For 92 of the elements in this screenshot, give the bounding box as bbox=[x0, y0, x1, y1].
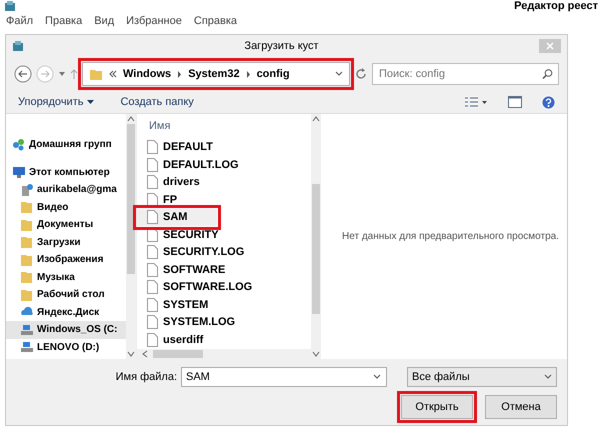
nav-item[interactable]: Windows_OS (C: bbox=[6, 321, 126, 338]
file-icon bbox=[147, 262, 158, 277]
menu-item[interactable]: Избранное bbox=[126, 12, 182, 30]
path-segment[interactable]: System32 bbox=[188, 66, 240, 82]
file-type-dropdown[interactable]: Все файлы bbox=[407, 367, 557, 387]
folder-icon bbox=[20, 200, 34, 214]
folder-icon bbox=[20, 218, 34, 232]
file-icon bbox=[147, 192, 158, 207]
network-drive-icon bbox=[20, 182, 34, 197]
drive-icon bbox=[20, 340, 34, 354]
filename-label: Имя файла: bbox=[116, 370, 177, 385]
scroll-up-icon bbox=[127, 114, 135, 124]
up-arrow-icon[interactable] bbox=[70, 68, 78, 80]
column-header[interactable]: Имя bbox=[137, 114, 311, 138]
search-field[interactable]: Поиск: config bbox=[372, 63, 559, 85]
file-icon bbox=[147, 245, 158, 260]
search-icon bbox=[542, 68, 553, 80]
drive-icon bbox=[20, 322, 34, 337]
nav-item[interactable]: Рабочий стол bbox=[6, 286, 126, 304]
caret-icon bbox=[87, 100, 94, 104]
nav-item[interactable]: Документы bbox=[6, 216, 126, 234]
file-icon bbox=[147, 315, 158, 330]
nav-item[interactable]: Изображения bbox=[6, 251, 126, 268]
file-item[interactable]: SOFTWARE.LOG bbox=[137, 278, 311, 296]
file-item[interactable]: SYSTEM.LOG bbox=[137, 314, 311, 331]
file-item[interactable]: DEFAULT.LOG bbox=[137, 156, 311, 174]
file-item[interactable]: SYSTEM bbox=[137, 296, 311, 314]
file-item[interactable]: FP bbox=[137, 191, 311, 208]
cancel-button[interactable]: Отмена bbox=[485, 395, 557, 419]
back-icon[interactable] bbox=[14, 65, 32, 83]
nav-item[interactable]: Загрузки bbox=[6, 234, 126, 251]
scrollbar[interactable] bbox=[311, 114, 321, 359]
close-icon bbox=[546, 42, 554, 50]
menu-item[interactable]: Справка bbox=[194, 12, 238, 30]
overflow-chevron-icon bbox=[109, 70, 117, 78]
file-icon bbox=[147, 298, 158, 312]
preview-pane-icon[interactable] bbox=[508, 96, 522, 108]
menu-item[interactable]: Файл bbox=[6, 12, 34, 30]
nav-item[interactable]: Музыка bbox=[6, 268, 126, 286]
view-options-icon[interactable] bbox=[464, 96, 488, 108]
nav-item[interactable]: aurikabela@gma bbox=[6, 181, 126, 198]
window-title: Редактор реест bbox=[514, 0, 598, 14]
folder-icon bbox=[20, 252, 34, 267]
registry-icon bbox=[4, 0, 16, 12]
homegroup-icon bbox=[12, 138, 26, 152]
chevron-icon bbox=[177, 70, 182, 78]
file-item[interactable]: SECURITY bbox=[137, 226, 311, 244]
caret-icon bbox=[335, 71, 343, 77]
caret-icon[interactable] bbox=[58, 71, 66, 77]
file-icon bbox=[147, 280, 158, 294]
registry-icon bbox=[12, 40, 24, 52]
folder-icon bbox=[20, 288, 34, 302]
file-icon bbox=[147, 140, 158, 154]
scroll-down-icon bbox=[312, 349, 320, 359]
refresh-icon[interactable] bbox=[354, 67, 368, 81]
new-folder-button[interactable]: Создать папку bbox=[120, 94, 194, 110]
path-segment[interactable]: Windows bbox=[123, 66, 172, 82]
nav-item[interactable]: Видео bbox=[6, 198, 126, 216]
scroll-up-icon bbox=[312, 114, 320, 124]
computer-icon bbox=[12, 165, 26, 180]
menu-item[interactable]: Вид bbox=[94, 12, 114, 30]
file-icon bbox=[147, 175, 158, 190]
nav-item[interactable]: LENOVO (D:) bbox=[6, 338, 126, 356]
scrollbar[interactable] bbox=[126, 114, 136, 359]
caret-icon bbox=[544, 374, 552, 380]
file-item[interactable]: SAM bbox=[137, 208, 217, 226]
file-icon bbox=[147, 332, 158, 347]
organize-menu[interactable]: Упорядочить bbox=[18, 94, 94, 110]
caret-icon bbox=[373, 374, 381, 380]
file-icon bbox=[147, 158, 158, 172]
nav-item[interactable]: Домашняя групп bbox=[6, 136, 126, 154]
file-item[interactable]: SOFTWARE bbox=[137, 261, 311, 278]
menu-item[interactable]: Правка bbox=[45, 12, 82, 30]
file-icon bbox=[147, 210, 158, 224]
nav-item[interactable]: Этот компьютер bbox=[6, 164, 126, 181]
scroll-left-icon bbox=[141, 350, 149, 358]
filename-field[interactable]: SAM bbox=[181, 367, 387, 387]
file-item[interactable]: userdiff bbox=[137, 331, 311, 348]
path-segment[interactable]: config bbox=[256, 66, 290, 82]
dialog-title: Загрузить куст bbox=[243, 38, 320, 54]
chevron-icon bbox=[246, 70, 251, 78]
nav-item[interactable]: Яндекс.Диск bbox=[6, 304, 126, 321]
folder-icon bbox=[89, 67, 103, 81]
file-item[interactable]: SECURITY.LOG bbox=[137, 244, 311, 261]
file-item[interactable]: DEFAULT bbox=[137, 138, 311, 156]
folder-icon bbox=[20, 235, 34, 250]
file-item[interactable]: drivers bbox=[137, 174, 311, 191]
help-icon[interactable] bbox=[542, 96, 555, 108]
file-icon bbox=[147, 228, 158, 242]
folder-icon bbox=[20, 270, 34, 284]
preview-message: Нет данных для предварительного просмотра. bbox=[342, 230, 559, 244]
scroll-down-icon bbox=[127, 349, 135, 359]
